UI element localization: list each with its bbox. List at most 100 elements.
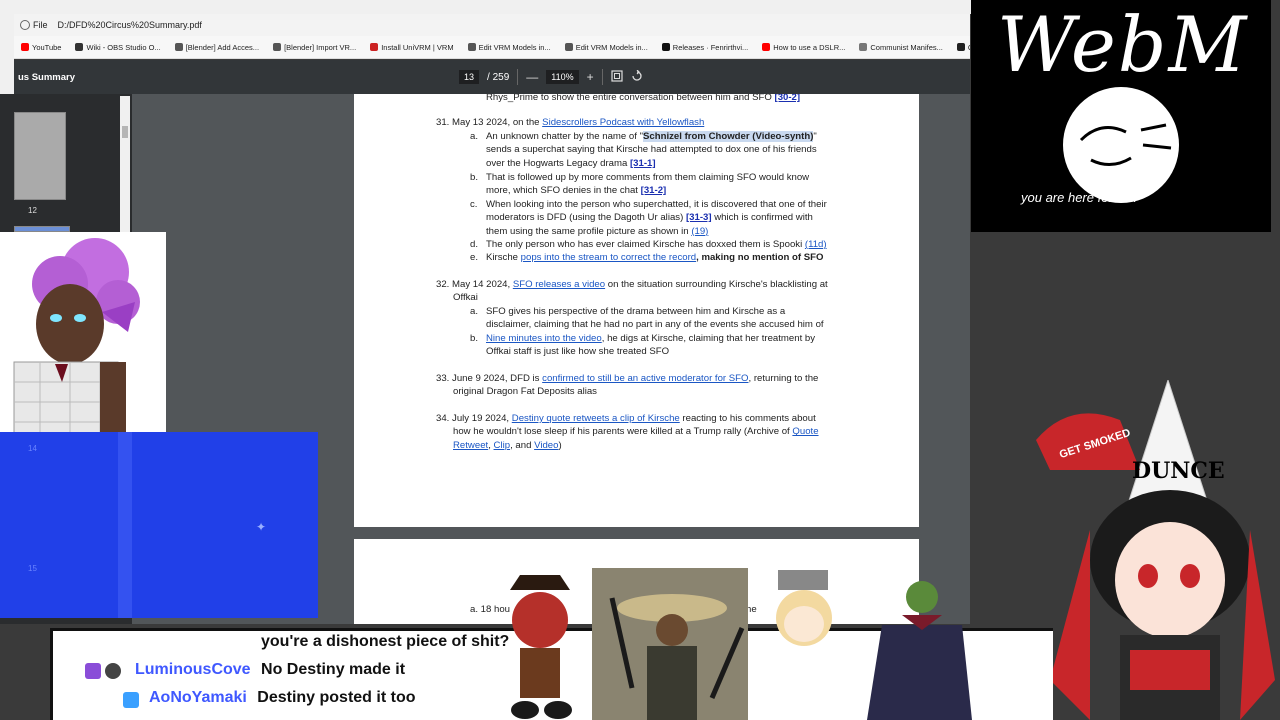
info-icon xyxy=(20,20,30,30)
list-item-33: 33. June 9 2024, DFD is confirmed to sti… xyxy=(436,373,819,398)
sub-item-text: An unknown chatter by the name of "Schni… xyxy=(486,131,817,169)
dunce-hat-label: DUNCE xyxy=(1132,458,1225,484)
avatar xyxy=(105,663,121,679)
doc-link[interactable]: pops into the stream to correct the reco… xyxy=(521,252,696,263)
sub-item: b. xyxy=(470,172,479,183)
vtuber-avatar-left xyxy=(0,232,166,439)
chat-message: you're a dishonest piece of shit? xyxy=(261,633,510,650)
vtuber-avatar-right: DUNCE GET SMOKED xyxy=(1030,378,1280,720)
fit-page-icon[interactable] xyxy=(611,69,623,85)
sub-item-text: Nine minutes into the video, he digs at … xyxy=(486,333,816,358)
zoom-in-button[interactable]: + xyxy=(587,70,594,84)
sub-item: c. xyxy=(470,199,478,210)
pdf-title: us Summary xyxy=(18,71,76,83)
bookmark-favicon-icon xyxy=(467,43,476,51)
address-bar[interactable]: File D:/DFD%20Circus%20Summary.pdf xyxy=(14,14,970,36)
doc-link[interactable]: Destiny quote retweets a clip of Kirsche xyxy=(512,413,680,424)
character-pirate-echidna xyxy=(490,570,590,720)
pdf-controls: 13 / 259 — 110% + xyxy=(459,69,643,85)
doc-link[interactable]: Sidescrollers Podcast with Yellowflash xyxy=(542,117,704,128)
bookmark-favicon-icon xyxy=(174,43,183,51)
stream-frame: File D:/DFD%20Circus%20Summary.pdf YouTu… xyxy=(0,0,1280,720)
page-thumbnail[interactable] xyxy=(14,112,66,200)
thumbnail-label: 15 xyxy=(28,564,37,573)
crown-badge-icon xyxy=(123,692,139,708)
webm-subtitle: you are here forever xyxy=(1021,190,1139,205)
sub-item-text: The only person who has ever claimed Kir… xyxy=(486,239,827,250)
zoom-level-input[interactable]: 110% xyxy=(546,70,579,84)
scrollbar-thumb[interactable] xyxy=(122,126,128,138)
cursor-icon: ✦ xyxy=(256,520,267,534)
bookmarks-bar: YouTube Wiki - OBS Studio O... [Blender] A… xyxy=(14,36,970,59)
character-cat-girl xyxy=(750,568,860,720)
ref-link[interactable]: [31-1] xyxy=(630,158,656,169)
pdf-toolbar: us Summary 13 / 259 — 110% + xyxy=(14,60,970,94)
bookmark-favicon-icon xyxy=(370,43,379,51)
member-badge-icon xyxy=(85,663,101,679)
bookmark-item[interactable]: Releases · Fenrirthvi... xyxy=(655,43,755,52)
doc-link[interactable]: Quote xyxy=(792,426,818,437)
bookmark-item[interactable]: Wiki - OBS Studio O... xyxy=(68,43,167,52)
top-frame-border xyxy=(0,0,975,14)
ref-link[interactable]: (19) xyxy=(691,226,708,237)
doc-link[interactable]: Clip xyxy=(494,440,511,451)
doc-link[interactable]: Nine minutes into the video xyxy=(486,333,602,344)
bookmark-item[interactable]: [Blender] Add Acces... xyxy=(168,43,266,52)
highlighted-text: Schnizel from Chowder (Video-synth) xyxy=(643,131,814,142)
bookmark-favicon-icon xyxy=(564,43,573,51)
bookmark-item[interactable]: [Blender] Import VR... xyxy=(266,43,363,52)
doc-link[interactable]: SFO releases a video xyxy=(513,279,605,290)
chat-message: AoNoYamaki Destiny posted it too xyxy=(149,689,416,706)
ref-link[interactable]: (11d) xyxy=(805,239,827,250)
bookmark-item[interactable]: Cyber xyxy=(950,43,970,52)
chat-message: LuminousCove No Destiny made it xyxy=(135,661,406,678)
sub-item: a. xyxy=(470,306,479,317)
bookmark-favicon-icon xyxy=(75,43,84,51)
url-text[interactable]: D:/DFD%20Circus%20Summary.pdf xyxy=(58,20,202,30)
chat-username[interactable]: AoNoYamaki xyxy=(149,689,247,706)
sub-item: e. xyxy=(470,252,479,263)
rotate-icon[interactable] xyxy=(631,69,643,85)
doc-link[interactable]: Retweet xyxy=(453,440,488,451)
sub-item: d. xyxy=(470,239,479,250)
bookmark-item[interactable]: Install UniVRM | VRM xyxy=(363,43,460,52)
sub-item-text: That is followed up by more comments fro… xyxy=(486,172,810,197)
sub-item: a. xyxy=(470,131,479,142)
page-number-input[interactable]: 13 xyxy=(459,70,480,84)
doc-link[interactable]: Video xyxy=(534,440,558,451)
list-item-32: 32. May 14 2024, SFO releases a video on… xyxy=(436,279,828,304)
sub-item: b. xyxy=(470,333,479,344)
bookmark-item[interactable]: Communist Manifes... xyxy=(852,43,950,52)
toolbar-divider xyxy=(601,69,603,85)
list-item-31: 31. May 13 2024, on the Sidescrollers Po… xyxy=(436,117,705,128)
blue-overlay: 14 15 ✦ xyxy=(0,432,318,618)
bookmark-favicon-icon xyxy=(273,43,282,51)
bookmark-favicon-icon xyxy=(762,43,771,51)
webm-overlay: WebM you are here forever xyxy=(971,0,1271,232)
bookmark-item[interactable]: Edit VRM Models in... xyxy=(461,43,558,52)
ref-link[interactable]: [30-2] xyxy=(775,94,801,103)
page-total: / 259 xyxy=(487,71,510,83)
bookmark-favicon-icon xyxy=(956,43,965,51)
thumbnail-label: 14 xyxy=(28,444,37,453)
bookmark-item[interactable]: How to use a DSLR... xyxy=(755,43,852,52)
bookmark-favicon-icon xyxy=(661,43,670,51)
ref-link[interactable]: [31-3] xyxy=(686,212,712,223)
doc-link[interactable]: confirmed to still be an active moderato… xyxy=(542,373,748,384)
list-item-34: 34. July 19 2024, Destiny quote retweets… xyxy=(436,413,819,451)
bookmark-item[interactable]: Edit VRM Models in... xyxy=(558,43,655,52)
sub-item-text: When looking into the person who superch… xyxy=(486,199,827,237)
toolbar-divider xyxy=(517,69,519,85)
doc-line: Rhys_Prime to show the entire conversati… xyxy=(486,94,801,103)
bookmark-item[interactable]: YouTube xyxy=(14,43,68,52)
bookmark-favicon-icon xyxy=(21,43,29,51)
ref-link[interactable]: [31-2] xyxy=(641,185,667,196)
character-villain xyxy=(862,575,972,720)
chat-username[interactable]: LuminousCove xyxy=(135,661,251,678)
thumbnail-label: 12 xyxy=(28,206,37,215)
overlay-stripe xyxy=(118,432,132,618)
file-chip[interactable]: File xyxy=(14,20,54,30)
zoom-out-button[interactable]: — xyxy=(526,70,538,84)
character-photo-sombrero xyxy=(592,568,748,720)
bookmark-favicon-icon xyxy=(859,43,868,51)
